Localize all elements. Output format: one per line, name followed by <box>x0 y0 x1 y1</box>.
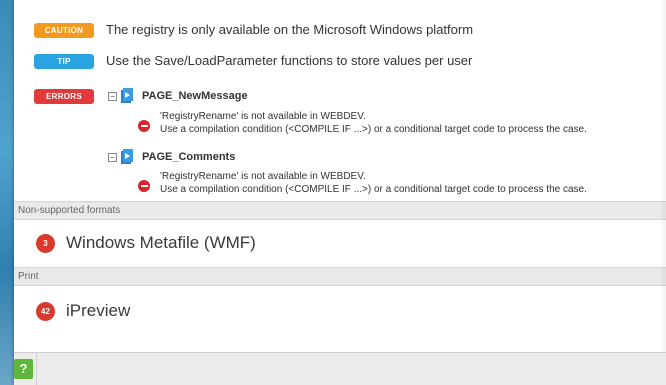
caution-badge: CAUTION <box>34 23 94 38</box>
error-message: 'RegistryRename' is not available in WEB… <box>160 171 366 182</box>
compatibility-panel: CAUTION The registry is only available o… <box>14 0 666 385</box>
help-button[interactable]: ? <box>14 359 33 379</box>
tip-text: Use the Save/LoadParameter functions to … <box>106 53 473 68</box>
collapse-icon[interactable]: − <box>108 152 117 162</box>
section-header-non-supported-formats: Non-supported formats <box>14 201 666 220</box>
section-item-wmf[interactable]: 3 Windows Metafile (WMF) <box>14 220 666 266</box>
errors-badge: ERRORS <box>34 89 94 104</box>
tip-badge: TIP <box>34 54 94 69</box>
page-title: PAGE_Comments <box>142 151 236 163</box>
scroll-edge <box>660 0 666 352</box>
footer-divider <box>36 353 37 385</box>
item-label: iPreview <box>66 301 131 320</box>
caution-text: The registry is only available on the Mi… <box>106 22 474 37</box>
count-badge: 42 <box>36 302 55 321</box>
tree-node-page-newmessage[interactable]: − PAGE_NewMessage <box>108 88 248 104</box>
collapse-icon[interactable]: − <box>108 91 117 101</box>
section-header-print: Print <box>14 267 666 286</box>
page-title: PAGE_NewMessage <box>142 90 248 102</box>
page-icon <box>120 149 134 165</box>
error-icon <box>138 120 150 132</box>
error-hint: Use a compilation condition (<COMPILE IF… <box>160 124 587 135</box>
footer-bar: ? <box>14 352 666 385</box>
tree-node-page-comments[interactable]: − PAGE_Comments <box>108 149 235 165</box>
page-icon <box>120 88 134 104</box>
error-hint: Use a compilation condition (<COMPILE IF… <box>160 184 587 195</box>
error-icon <box>138 180 150 192</box>
count-badge: 3 <box>36 234 55 253</box>
section-item-ipreview[interactable]: 42 iPreview <box>14 286 666 336</box>
error-message: 'RegistryRename' is not available in WEB… <box>160 111 366 122</box>
item-label: Windows Metafile (WMF) <box>66 233 256 252</box>
